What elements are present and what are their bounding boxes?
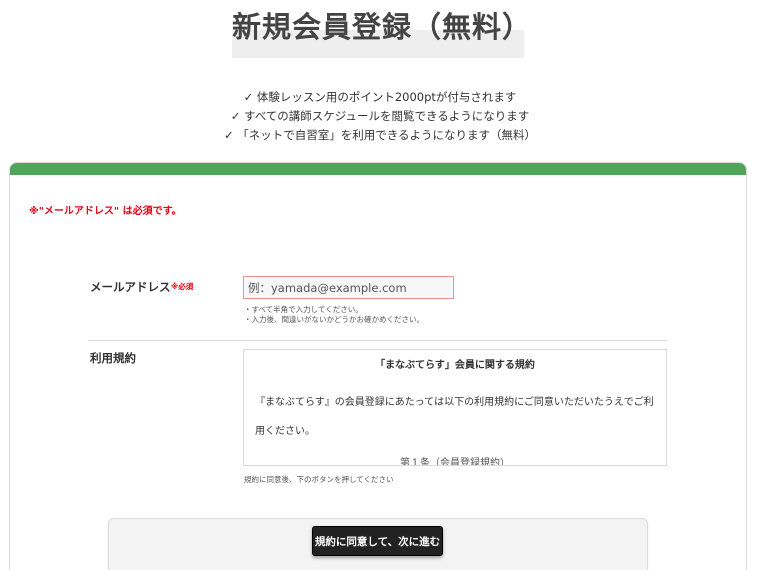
email-hint: ・入力後、間違いがないかどうかお確かめください。: [244, 315, 424, 324]
page-title: 新規会員登録（無料）: [232, 10, 533, 44]
benefit-item: ✓ 「ネットで自習室」を利用できるようになります（無料）: [223, 128, 537, 142]
page-title-block: 新規会員登録（無料）: [232, 8, 533, 58]
terms-hint: 規約に同意後、下のボタンを押してください: [244, 475, 394, 484]
email-input[interactable]: [243, 276, 454, 299]
terms-scroll-box[interactable]: 「まなぶてらす」会員に関する規約 『まなぶてらす』の会員登録にあたっては以下の利…: [243, 349, 667, 466]
benefit-item: ✓ 体験レッスン用のポイント2000ptが付与されます: [243, 90, 517, 104]
terms-article-title: 第１条（会員登録規約）: [400, 458, 510, 466]
panel-header-bar: [10, 163, 746, 175]
email-label: メールアドレス: [90, 280, 171, 294]
terms-body: 『まなぶてらす』の会員登録にあたっては以下の利用規約にご同意いただいたうえでご利…: [255, 397, 654, 437]
section-divider: [88, 340, 667, 341]
required-badge: ※必須: [171, 282, 194, 291]
benefit-item: ✓ すべての講師スケジュールを閲覧できるようになります: [230, 109, 530, 123]
benefit-list: ✓ 体験レッスン用のポイント2000ptが付与されます ✓ すべての講師スケジュ…: [0, 88, 760, 145]
agree-and-continue-button[interactable]: 規約に同意して、次に進む: [312, 526, 443, 556]
terms-heading: 「まなぶてらす」会員に関する規約: [375, 360, 535, 371]
email-hint: ・すべて半角で入力してください。: [244, 305, 363, 314]
terms-label: 利用規約: [90, 351, 136, 365]
required-note: ※"メールアドレス" は必須です。: [29, 206, 182, 217]
